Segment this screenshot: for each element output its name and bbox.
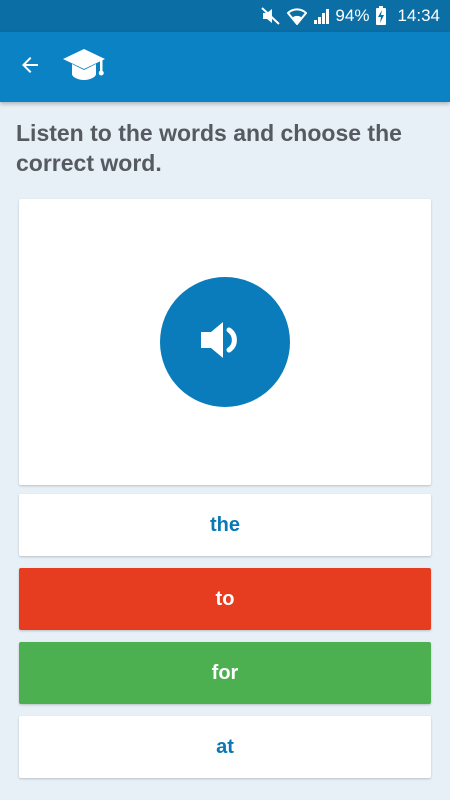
app-logo: [60, 43, 108, 91]
answer-option-at[interactable]: at: [19, 716, 431, 778]
clock: 14:34: [397, 6, 440, 25]
mute-icon: [261, 7, 281, 25]
graduation-cap-icon: [62, 47, 106, 88]
battery-percentage: 94%: [335, 6, 370, 25]
instruction-text: Listen to the words and choose the corre…: [16, 120, 402, 176]
battery-charging-icon: [375, 6, 387, 26]
answer-option-to[interactable]: to: [19, 568, 431, 630]
wifi-icon: [287, 7, 308, 25]
speaker-icon: [197, 316, 253, 369]
signal-icon: [313, 7, 331, 25]
answer-option-for[interactable]: for: [19, 642, 431, 704]
app-bar: [0, 32, 450, 102]
back-button[interactable]: [0, 32, 60, 102]
audio-card: [19, 199, 431, 485]
answer-option-the[interactable]: the: [19, 494, 431, 556]
status-bar: 94% 14:34: [0, 0, 450, 32]
play-audio-button[interactable]: [160, 277, 290, 407]
back-arrow-icon: [18, 53, 42, 82]
